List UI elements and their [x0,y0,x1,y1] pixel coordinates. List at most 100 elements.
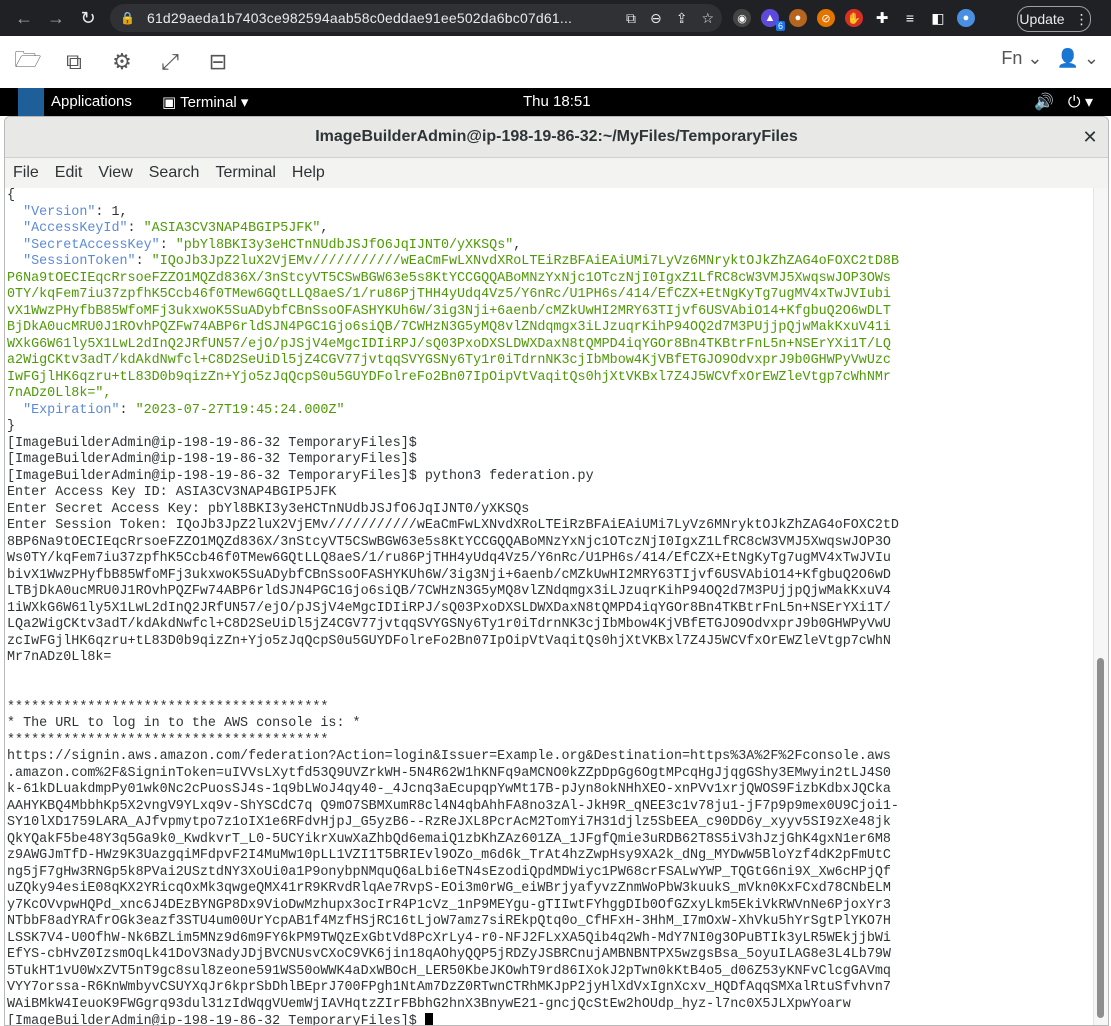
appstream-toolbar: 🗁 ⧉ ⚙ ⤢ ⊟ Fn ⌄ 👤 ⌄ [0,36,1111,89]
close-icon[interactable]: ✕ [1080,127,1100,148]
menu-search[interactable]: Search [149,164,200,182]
json-version-line: "Version": 1, [23,204,128,220]
url-text: 61d29aeda1b7403ce982594aab58c0eddae91ee5… [146,10,573,26]
stars-line: **************************************** [7,699,329,715]
signin-url: LSSK7V4-U0OfhW-Nk6BZLim5MNz9d6m9FY6kPM9T… [7,930,891,946]
shell-prompt: [ImageBuilderAdmin@ip-198-19-86-32 Tempo… [7,435,417,451]
puzzle-icon[interactable]: ✚ [873,9,891,27]
url-message: * The URL to log in to the AWS console i… [7,716,361,731]
fullscreen-icon[interactable]: ⤢ [156,48,184,76]
stars-line: **************************************** [7,732,329,748]
enter-secret-key: Enter Secret Access Key: pbYl8BKI3y3eHCT… [7,501,530,517]
signin-url: k-61kDLuakdmpPy01wk0Nc2cPuosSJ4s-1q9bLWo… [7,782,891,797]
signin-url: WAiBMkW4IeuoK9FWGgrq93dul31zIdWqgVUemWjI… [7,996,851,1012]
session-token-cont: a2WigCKtv3adT/kdAkdNwfcl+C8D2SeUiDl5jZ4C… [7,353,891,368]
applications-logo-icon [18,88,44,116]
final-prompt-line: [ImageBuilderAdmin@ip-198-19-86-32 Tempo… [5,1013,1094,1025]
forward-arrow-icon[interactable]: → [42,4,70,32]
address-bar[interactable]: 🔒 61d29aeda1b7403ce982594aab58c0eddae91e… [110,4,722,32]
bookmark-star-icon[interactable]: ☆ [701,10,714,27]
signin-url: NTbbF8adYRAfrOGk3eazf3STU4um00UrYcpAB1f4… [7,914,891,929]
folder-icon[interactable]: 🗁 [14,47,42,76]
extension-icon-1[interactable]: ◉ [733,9,751,27]
signin-url: uZQky94esiE08qKX2YRicqOxMk3qwgeQMX41rR9K… [7,881,891,896]
more-menu-icon[interactable]: ⋮ [1075,11,1089,28]
window-title: ImageBuilderAdmin@ip-198-19-86-32:~/MyFi… [315,128,798,145]
signin-url: ng5jF7gHw3RNGp5k8PVai2USztdNY3XoUi0a1P9o… [7,864,891,880]
signin-url: .amazon.com%2F&SigninToken=uIVVsLXytfd53… [7,765,891,781]
session-token-output: 1iWXkG6W61ly5X1LwL2dInQ2JRfUN57/ejO/pJSj… [7,600,891,616]
signin-url: https://signin.aws.amazon.com/federation… [7,749,891,764]
extension-icon-5[interactable]: ✋ [845,9,863,27]
settings-gear-icon[interactable]: ⚙ [108,48,136,76]
signin-url: 5TukHT1vU0WxZVT5nT9gc8sul8zeone591WS50oW… [7,963,891,979]
extension-icon-3[interactable]: ● [789,9,807,27]
terminal-app-menu[interactable]: ▣ Terminal ▾ [162,93,248,111]
signin-url: y7KcOVvpwHQPd_xnc6J4DEzBYNGP8Dx9VioDwMzh… [7,897,891,913]
session-token-cont: BjDkA0ucMRU0J1ROvhPQZFw74ABP6rldSJN4PGC1… [7,320,891,335]
copy-link-icon[interactable]: ⧉ [626,10,636,27]
terminal-window: ImageBuilderAdmin@ip-198-19-86-32:~/MyFi… [4,116,1109,1026]
menu-help[interactable]: Help [292,164,325,182]
menu-file[interactable]: File [13,164,39,182]
session-token-output: 8BP6Na9tOECIEqcRrsoeFZZO1MQZd836X/3nStcy… [7,534,891,550]
side-panel-icon[interactable]: ◧ [929,9,947,27]
clock[interactable]: Thu 18:51 [523,93,591,110]
signin-url: AAHYKBQ4MbbhKp5X2vngV9YLxq9v-ShYSCdC7q Q… [7,798,899,814]
enter-session-token: Enter Session Token: IQoJb3JpZ2luX2VjEMv… [7,518,899,533]
zoom-icon[interactable]: ⊖ [650,10,662,27]
enter-access-key: Enter Access Key ID: ASIA3CV3NAP4BGIP5JF… [7,485,337,500]
fn-label: Fn [1001,48,1023,68]
json-open: { [7,188,16,203]
window-titlebar[interactable]: ImageBuilderAdmin@ip-198-19-86-32:~/MyFi… [5,117,1108,158]
signin-url: z9AWGJmTfD-HWz9K3UazgqiMFdpvF2I4MuMw10pL… [7,848,891,863]
session-token-output: LQa2WigCKtv3adT/kdAkdNwfcl+C8D2SeUiDl5jZ… [7,617,891,632]
session-token-cont: WXkG6W61ly5X1LwL2dInQ2JRfUN57/ejO/pJSjV4… [7,336,891,352]
json-secret-line: "SecretAccessKey": "pbYl8BKI3y3eHCTnNUdb… [23,237,522,253]
json-accesskeyid-line: "AccessKeyId": "ASIA3CV3NAP4BGIP5JFK", [23,221,329,236]
applications-menu[interactable]: Applications [51,93,132,110]
volume-icon[interactable]: 🔊 [1034,92,1054,112]
windows-icon[interactable]: ⧉ [60,48,88,76]
final-prompt: [ImageBuilderAdmin@ip-198-19-86-32 Tempo… [7,1014,417,1025]
scrollbar-thumb[interactable] [1097,658,1104,1018]
extension-icon-4[interactable]: ⊘ [817,9,835,27]
reading-list-icon[interactable]: ≡ [901,9,919,27]
session-token-output: Mr7nADz0Ll8k= [7,650,112,665]
terminal-menubar: File Edit View Search Terminal Help [5,158,1108,189]
signin-url: SY10lXD1759LARA_AJfvpmytpo7z1oIX1e6RFdvH… [7,815,891,830]
profile-avatar[interactable]: ● [957,9,975,27]
session-token-cont: 7nADz0Ll8k=", [7,386,112,401]
session-token-cont: IwFGjlHK6qzru+tL83D0b9qizZn+Yjo5zJqQcpS0… [7,369,891,385]
menu-view[interactable]: View [98,164,132,182]
terminal-scrollbar[interactable] [1093,188,1108,1025]
reload-icon[interactable]: ↻ [74,4,102,32]
signin-url: QkYQakF5be48Y3q5Ga9k0_KwdkvrT_L0-5UCYikr… [7,831,891,847]
display-switch-icon[interactable]: ⊟ [204,48,232,76]
menu-terminal[interactable]: Terminal [215,164,275,182]
back-arrow-icon[interactable]: ← [10,4,38,32]
browser-toolbar: ← → ↻ 🔒 61d29aeda1b7403ce982594aab58c0ed… [0,0,1111,36]
session-token-output: LTBjDkA0ucMRU0J1ROvhPQZFw74ABP6rldSJN4PG… [7,584,891,599]
fn-keys-button[interactable]: Fn ⌄ [1001,48,1042,69]
signin-url: VYY7orssa-R6KnWmbyvCSUYXqJr6kprSbDhlBEpr… [7,980,891,995]
user-icon[interactable]: 👤 ⌄ [1057,48,1100,69]
update-button[interactable]: Update ⋮ [1017,6,1091,32]
extension-icon-2[interactable]: ▲ 6 [761,9,785,31]
terminal-app-label: Terminal [180,94,237,111]
menu-edit[interactable]: Edit [55,164,83,182]
session-token-output: bivX1WwzPHyfbB85WfoMFj3ukxwoK5SuADybfCBn… [7,567,891,583]
session-token-output: zcIwFGjlHK6qzru+tL83D0b9qizZn+Yjo5zJqQcp… [7,633,891,649]
extension-badge: 6 [775,21,785,31]
terminal-output[interactable]: { "Version": 1, "AccessKeyId": "ASIA3CV3… [5,188,1094,1025]
text-cursor [424,1013,433,1025]
session-token-cont: vX1WwzPHyfbB85WfoMFj3ukxwoK5SuADybfCBnSs… [7,303,891,319]
json-session-line: "SessionToken": "IQoJb3JpZ2luX2VjEMv////… [23,254,899,269]
json-expiration-line: "Expiration": "2023-07-27T19:45:24.000Z" [23,402,345,418]
power-icon[interactable]: ⏻ ▾ [1068,92,1093,112]
share-icon[interactable]: ⇪ [676,10,688,27]
signin-url: EfYS-cbHvZ0IzsmOqLk41DoV3NadyJDjBVCNUsvC… [7,947,891,962]
lock-icon: 🔒 [120,11,135,25]
